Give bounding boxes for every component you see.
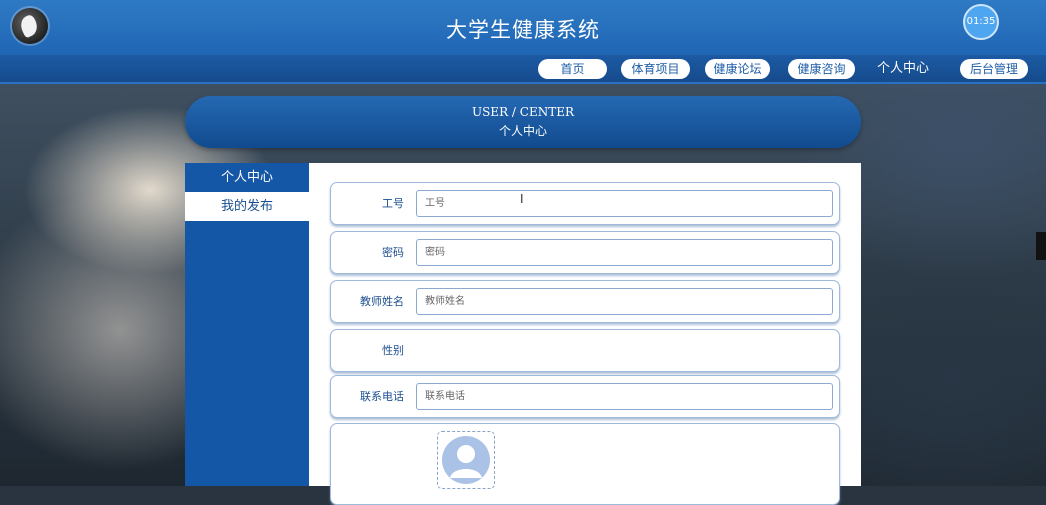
form-row-avatar	[330, 423, 840, 505]
avatar-upload[interactable]	[437, 431, 495, 489]
nav-home-button[interactable]: 首页	[538, 59, 607, 79]
clock-badge: 01:35	[963, 4, 999, 40]
gender-label: 性别	[382, 344, 404, 357]
avatar-placeholder-icon	[442, 436, 490, 484]
password-label: 密码	[382, 246, 404, 259]
teacher-name-input[interactable]: 教师姓名	[416, 288, 833, 315]
form-row-gender[interactable]: 性别	[330, 329, 840, 372]
phone-label: 联系电话	[360, 390, 404, 403]
nav-admin-button[interactable]: 后台管理	[960, 59, 1028, 79]
nav-forum-button[interactable]: 健康论坛	[705, 59, 770, 79]
nav-consult-button[interactable]: 健康咨询	[788, 59, 855, 79]
page-banner: USER / CENTER 个人中心	[185, 96, 861, 148]
profile-form-panel: 工号 工号 密码 密码 教师姓名 教师姓名 性别 联系电话 联系电话	[309, 163, 861, 505]
app-title: 大学生健康系统	[446, 18, 600, 42]
form-row-password: 密码 密码	[330, 231, 840, 274]
banner-english-title: USER / CENTER	[471, 105, 575, 119]
sidebar-item-my-posts[interactable]: 我的发布	[185, 192, 309, 221]
teacher-name-label: 教师姓名	[360, 295, 404, 308]
form-row-phone: 联系电话 联系电话	[330, 375, 840, 418]
text-cursor-icon: Ⅰ	[520, 192, 524, 206]
sidebar: 个人中心 我的发布	[185, 163, 309, 486]
form-row-id: 工号 工号	[330, 182, 840, 225]
form-row-teacher-name: 教师姓名 教师姓名	[330, 280, 840, 323]
side-collapse-handle[interactable]	[1036, 232, 1046, 260]
nav-personal-center[interactable]: 个人中心	[877, 59, 929, 79]
password-input[interactable]: 密码	[416, 239, 833, 266]
id-input[interactable]: 工号	[416, 190, 833, 217]
nav-sports-button[interactable]: 体育项目	[621, 59, 690, 79]
banner-chinese-title: 个人中心	[498, 124, 547, 138]
id-label: 工号	[382, 197, 404, 210]
sidebar-item-personal-center[interactable]: 个人中心	[185, 163, 309, 192]
phone-input[interactable]: 联系电话	[416, 383, 833, 410]
